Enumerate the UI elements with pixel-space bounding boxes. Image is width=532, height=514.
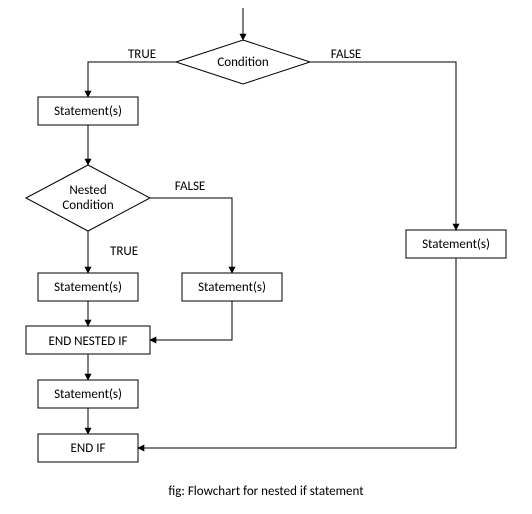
edge-cond-false	[310, 62, 456, 230]
flowchart-diagram: Condition TRUE FALSE Statement(s) Nested…	[0, 0, 532, 514]
stmt-after-nested-label: Statement(s)	[54, 387, 122, 402]
edge-nested-false	[150, 198, 232, 273]
stmt-nested-true-label: Statement(s)	[54, 280, 122, 295]
caption: fig: Flowchart for nested if statement	[168, 484, 364, 499]
nested-cond-l1: Nested	[69, 183, 106, 198]
edge-cond-true	[88, 62, 176, 97]
end-nested-label: END NESTED IF	[48, 334, 127, 349]
condition-label: Condition	[217, 55, 269, 70]
label-true-outer: TRUE	[128, 47, 156, 62]
edge-nf-to-endnested	[150, 301, 232, 340]
nested-cond-l2: Condition	[62, 198, 114, 213]
stmt-nested-false-label: Statement(s)	[198, 280, 266, 295]
label-false-outer: FALSE	[331, 47, 362, 62]
stmt-true-outer-label: Statement(s)	[54, 104, 122, 119]
stmt-false-outer-label: Statement(s)	[422, 237, 490, 252]
label-false-nested: FALSE	[175, 179, 206, 194]
end-if-label: END IF	[71, 441, 106, 456]
label-true-nested: TRUE	[110, 244, 138, 259]
